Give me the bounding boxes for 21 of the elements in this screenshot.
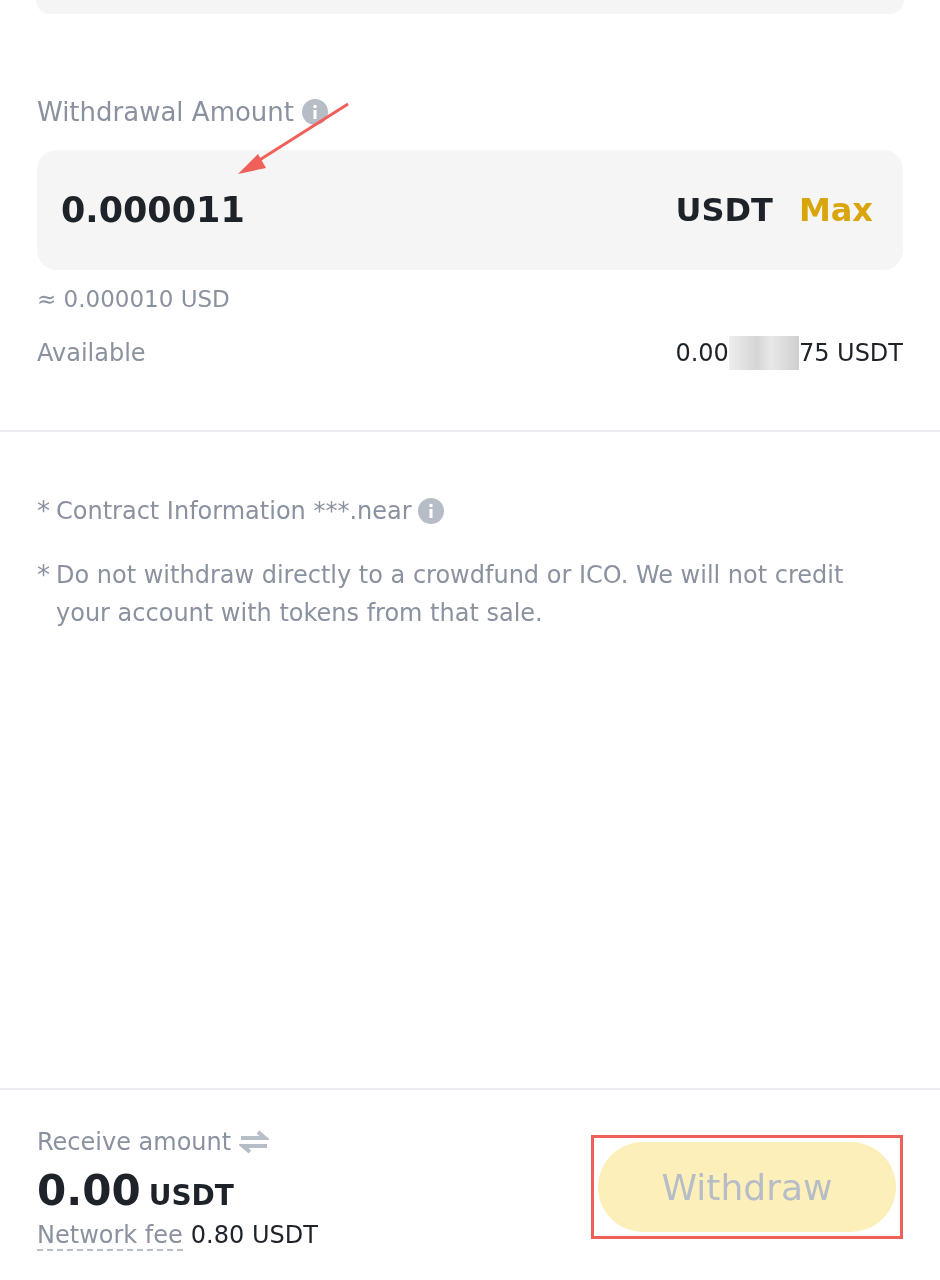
swap-icon[interactable] bbox=[239, 1129, 270, 1154]
fee-value: 0.80 USDT bbox=[190, 1220, 318, 1251]
receive-currency: USDT bbox=[148, 1178, 234, 1212]
info-icon[interactable] bbox=[302, 99, 329, 125]
usd-estimate: ≈ 0.000010 USD bbox=[37, 286, 231, 312]
asterisk: * bbox=[37, 495, 50, 528]
fee-label[interactable]: Network fee bbox=[37, 1220, 183, 1251]
currency-label: USDT bbox=[675, 191, 773, 229]
note-text: Do not withdraw directly to a crowdfund or ICO. We will not credit your account with tokens from that sale. bbox=[56, 560, 845, 629]
max-link[interactable]: Max bbox=[798, 191, 873, 229]
receive-label: Receive amount bbox=[37, 1127, 232, 1156]
receive-value: 0.00 bbox=[37, 1165, 141, 1215]
available-value: 0.00 bbox=[675, 339, 729, 367]
available-label: Available bbox=[37, 339, 146, 367]
available-value: 75 USDT bbox=[798, 339, 903, 367]
amount-value: 0.000011 bbox=[61, 190, 246, 230]
info-icon[interactable] bbox=[417, 498, 444, 524]
field-label: Withdrawal Amount bbox=[37, 97, 295, 127]
amount-field[interactable]: 0.000011 USDT Max bbox=[37, 150, 903, 270]
asterisk: * bbox=[37, 559, 50, 592]
note-text: Contract Information ***.near bbox=[56, 496, 412, 527]
